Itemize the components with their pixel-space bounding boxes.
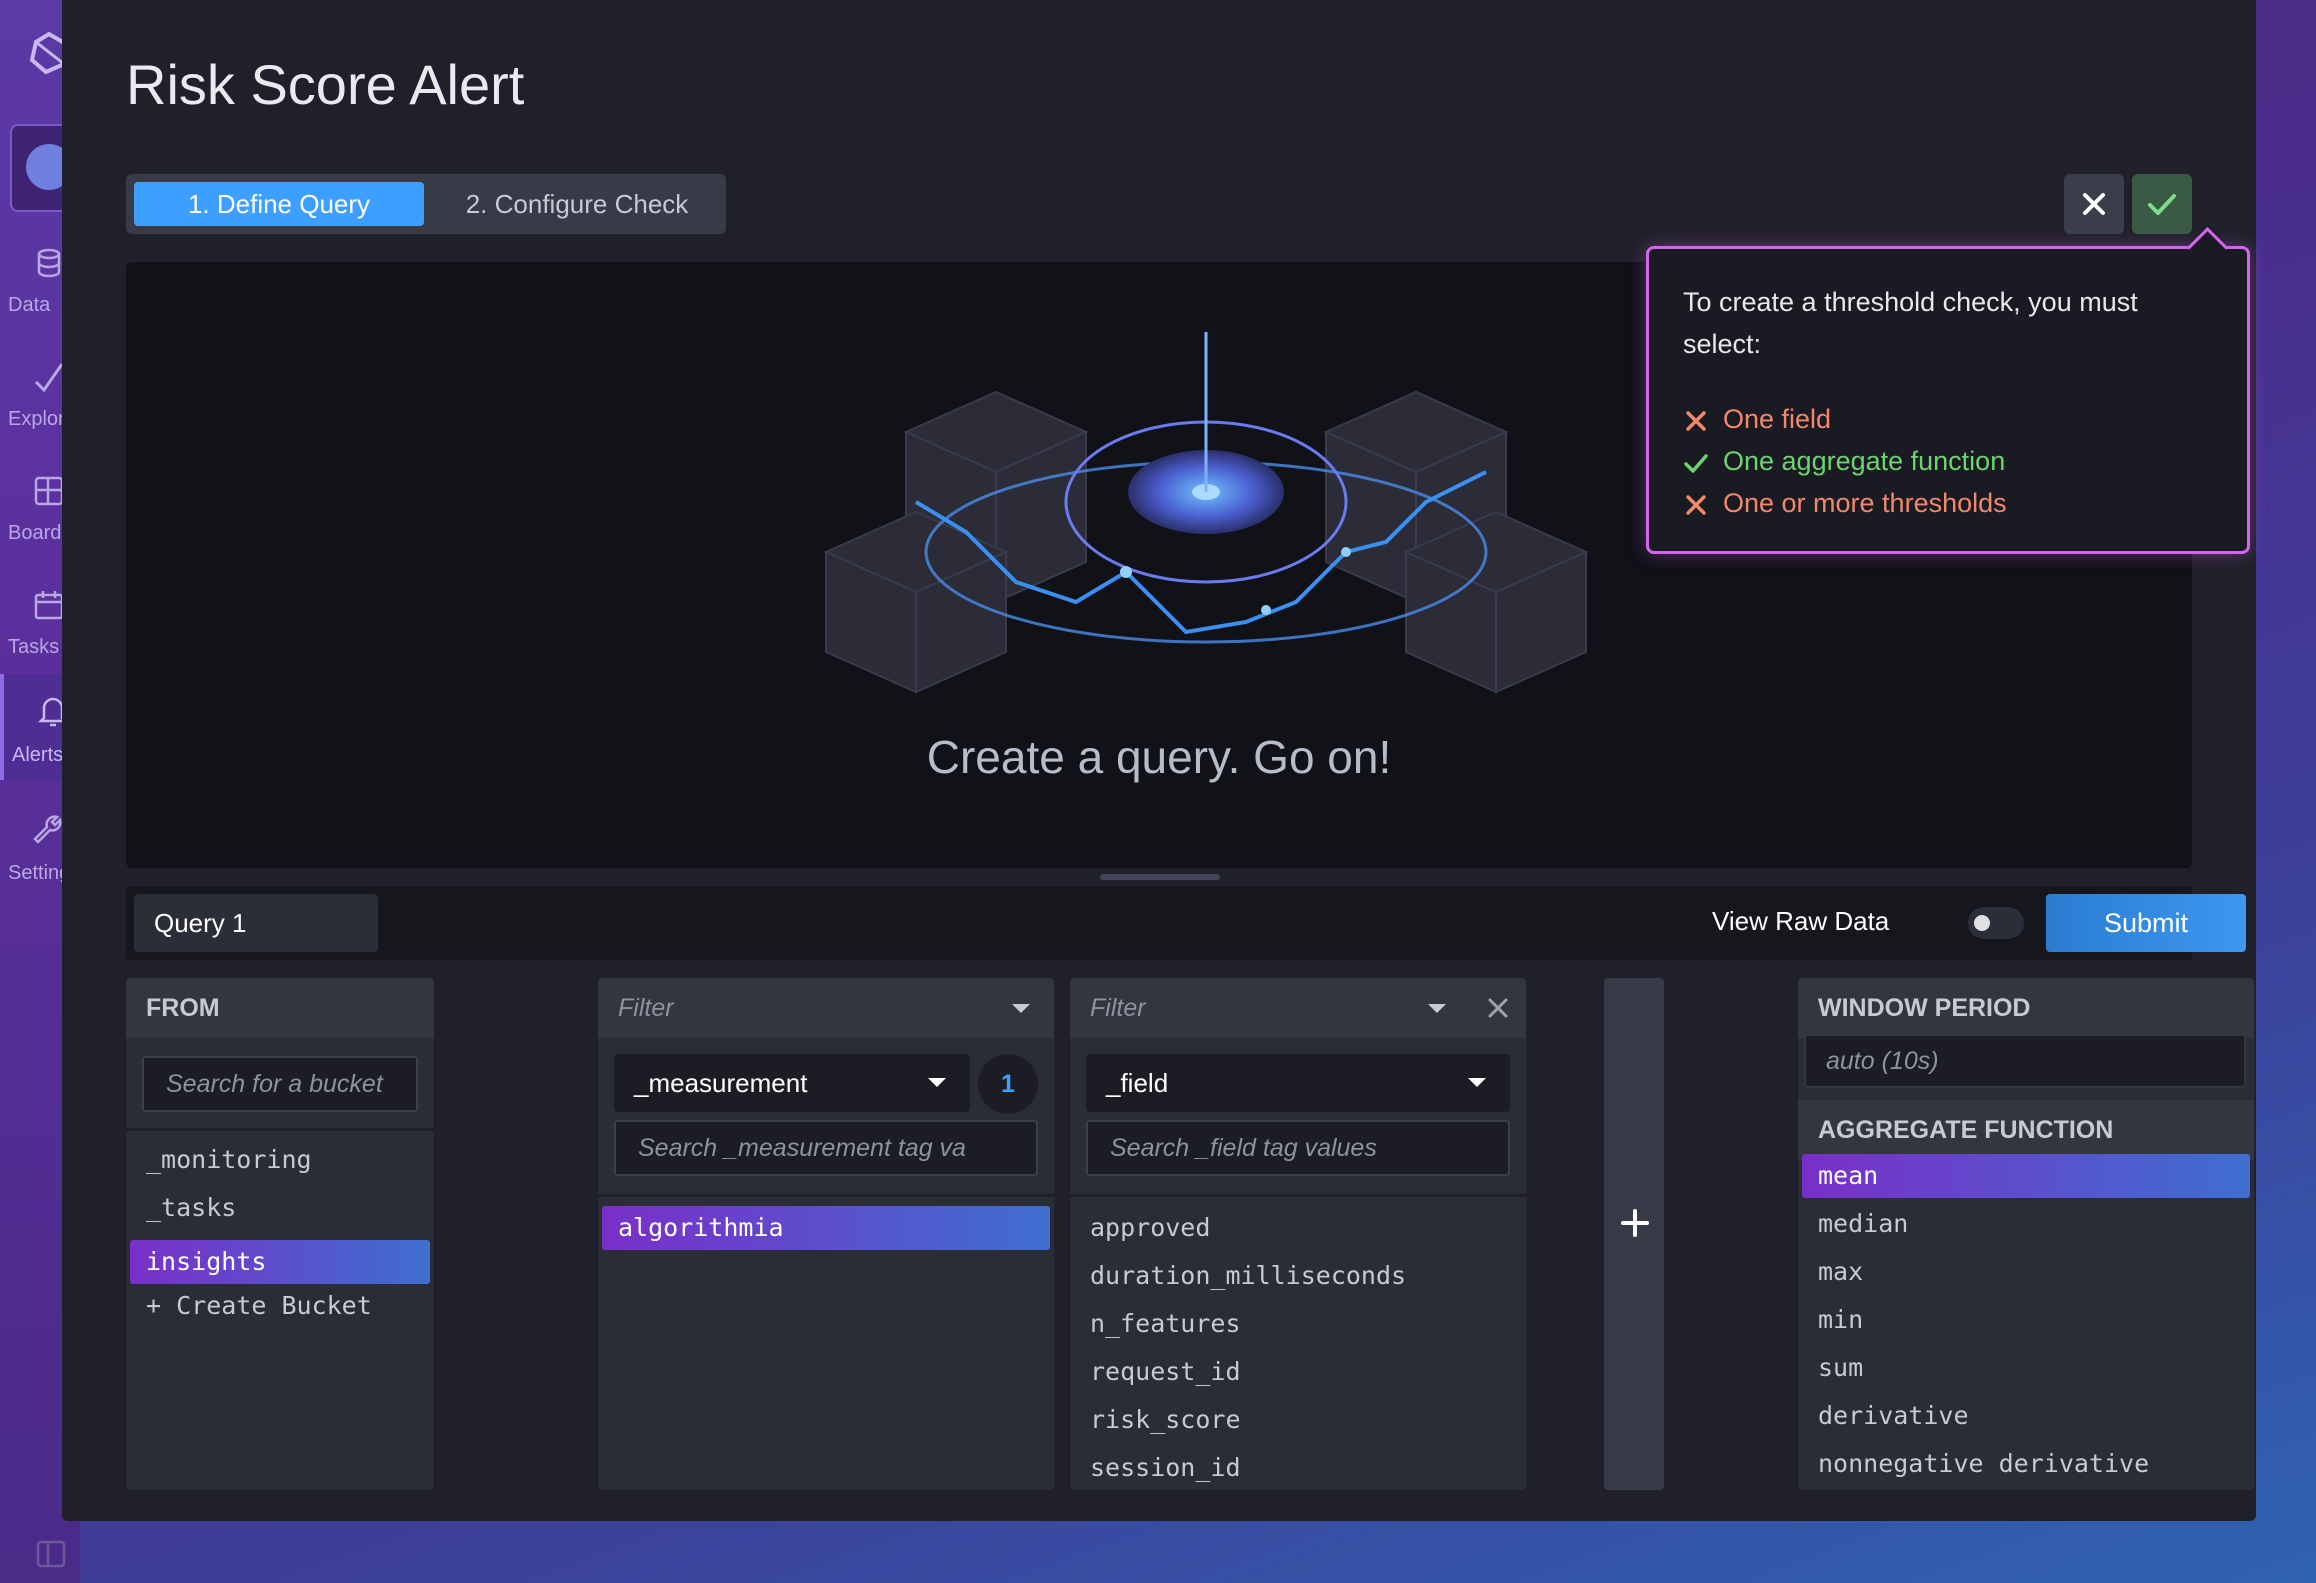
requirement-label: One or more thresholds xyxy=(1723,488,2007,518)
check-overlay: Risk Score Alert 1. Define Query 2. Conf… xyxy=(62,0,2256,1521)
divider xyxy=(598,1194,1054,1197)
bucket-item[interactable]: _tasks xyxy=(130,1186,430,1230)
requirement-item: One aggregate function xyxy=(1683,441,2005,481)
requirement-label: One aggregate function xyxy=(1723,446,2006,476)
bucket-item-selected[interactable]: insights xyxy=(130,1240,430,1284)
from-header: FROM xyxy=(126,978,434,1038)
tag-key-dropdown[interactable]: _measurement xyxy=(614,1054,970,1112)
query-tab[interactable]: Query 1 xyxy=(134,894,378,952)
graph-icon xyxy=(34,363,64,393)
empty-graph-illustration xyxy=(823,332,1589,694)
nav-label: Data xyxy=(8,294,51,316)
view-raw-data-toggle[interactable] xyxy=(1968,907,2024,939)
requirement-label: One field xyxy=(1723,404,1832,434)
tag-value-item[interactable]: request_id xyxy=(1074,1350,1522,1394)
view-raw-data-label: View Raw Data xyxy=(1712,906,1890,936)
tag-value-search-input[interactable]: Search _field tag values xyxy=(1086,1120,1510,1176)
tag-value-item[interactable]: session_id xyxy=(1074,1446,1522,1490)
tag-value-item[interactable]: duration_milliseconds xyxy=(1074,1254,1522,1298)
tab-define-query[interactable]: 1. Define Query xyxy=(134,182,424,226)
create-bucket-link[interactable]: + Create Bucket xyxy=(130,1284,430,1328)
popover-message: To create a threshold check, you must se… xyxy=(1683,287,2138,359)
resize-handle[interactable] xyxy=(1100,874,1220,880)
submit-button[interactable]: Submit xyxy=(2046,894,2246,952)
from-card: FROM Search for a bucket _monitoring _ta… xyxy=(126,978,434,1490)
x-icon xyxy=(1686,411,1706,431)
aggregate-function-item[interactable]: max xyxy=(1802,1250,2250,1294)
tag-key-dropdown[interactable]: _field xyxy=(1086,1054,1510,1112)
nav-label: Alerts xyxy=(12,744,64,766)
calendar-icon xyxy=(34,591,64,620)
requirement-item: One field xyxy=(1683,399,1831,439)
divider xyxy=(1070,1194,1526,1197)
empty-graph-message: Create a query. Go on! xyxy=(926,731,1392,783)
remove-filter-icon[interactable] xyxy=(1470,990,1526,1026)
tag-value-search-input[interactable]: Search _measurement tag va xyxy=(614,1120,1038,1176)
aggregate-function-header: AGGREGATE FUNCTION xyxy=(1798,1100,2254,1160)
close-icon xyxy=(2083,193,2105,215)
filter-label: Filter xyxy=(618,994,674,1022)
divider xyxy=(126,1128,434,1131)
tag-value-item[interactable]: approved xyxy=(1074,1206,1522,1250)
page-title: Risk Score Alert xyxy=(126,53,525,116)
threshold-requirements-popover: To create a threshold check, you must se… xyxy=(1646,226,2250,554)
popover-caret xyxy=(2186,226,2229,269)
window-period-input[interactable]: auto (10s) xyxy=(1804,1034,2246,1088)
tab-configure-check[interactable]: 2. Configure Check xyxy=(436,182,718,226)
window-period-header: WINDOW PERIOD xyxy=(1798,978,2254,1038)
checkmark-icon xyxy=(1684,454,1708,473)
aggregate-card: WINDOW PERIOD auto (10s) AGGREGATE FUNCT… xyxy=(1798,978,2254,1490)
tag-value-item[interactable]: n_features xyxy=(1074,1302,1522,1346)
cancel-button[interactable] xyxy=(2064,174,2124,234)
selected-count-badge: 1 xyxy=(978,1054,1038,1114)
step-tabs: 1. Define Query 2. Configure Check xyxy=(126,174,726,234)
filter-header[interactable]: Filter xyxy=(1070,978,1526,1038)
bucket-item[interactable]: _monitoring xyxy=(130,1138,430,1182)
checkmark-icon xyxy=(2148,194,2176,215)
tag-value-item-selected[interactable]: algorithmia xyxy=(602,1206,1050,1250)
wrench-icon xyxy=(33,815,62,844)
chevron-down-icon xyxy=(1012,1004,1030,1013)
chevron-down-icon xyxy=(1468,1078,1486,1087)
toggle-knob xyxy=(1974,915,1990,931)
save-check-button[interactable] xyxy=(2132,174,2192,234)
filter-header[interactable]: Filter xyxy=(598,978,1054,1038)
tag-key-value: _field xyxy=(1106,1068,1169,1098)
filter-label: Filter xyxy=(1090,994,1146,1022)
dashboard-icon xyxy=(34,476,64,506)
nav-label: Tasks xyxy=(8,636,60,658)
requirement-item: One or more thresholds xyxy=(1683,483,2007,523)
aggregate-function-item-selected[interactable]: mean xyxy=(1802,1154,2250,1198)
aggregate-function-item[interactable]: min xyxy=(1802,1298,2250,1342)
bucket-search-input[interactable]: Search for a bucket xyxy=(142,1056,418,1112)
collapse-nav-icon[interactable] xyxy=(36,1540,66,1568)
database-icon xyxy=(37,248,61,278)
tag-key-value: _measurement xyxy=(634,1068,808,1098)
filter-card-field: Filter _field Search _field tag values a… xyxy=(1070,978,1526,1490)
plus-icon xyxy=(1621,1209,1649,1237)
x-icon xyxy=(1686,495,1706,515)
aggregate-function-item[interactable]: nonnegative derivative xyxy=(1802,1442,2250,1486)
aggregate-function-item[interactable]: median xyxy=(1802,1202,2250,1246)
tag-value-item[interactable]: risk_score xyxy=(1074,1398,1522,1442)
aggregate-function-item[interactable]: sum xyxy=(1802,1346,2250,1390)
chevron-down-icon xyxy=(928,1078,946,1087)
chevron-down-icon xyxy=(1428,1004,1446,1013)
add-filter-button[interactable] xyxy=(1604,978,1664,1490)
aggregate-function-item[interactable]: derivative xyxy=(1802,1394,2250,1438)
filter-card-measurement: Filter _measurement 1 Search _measuremen… xyxy=(598,978,1054,1490)
